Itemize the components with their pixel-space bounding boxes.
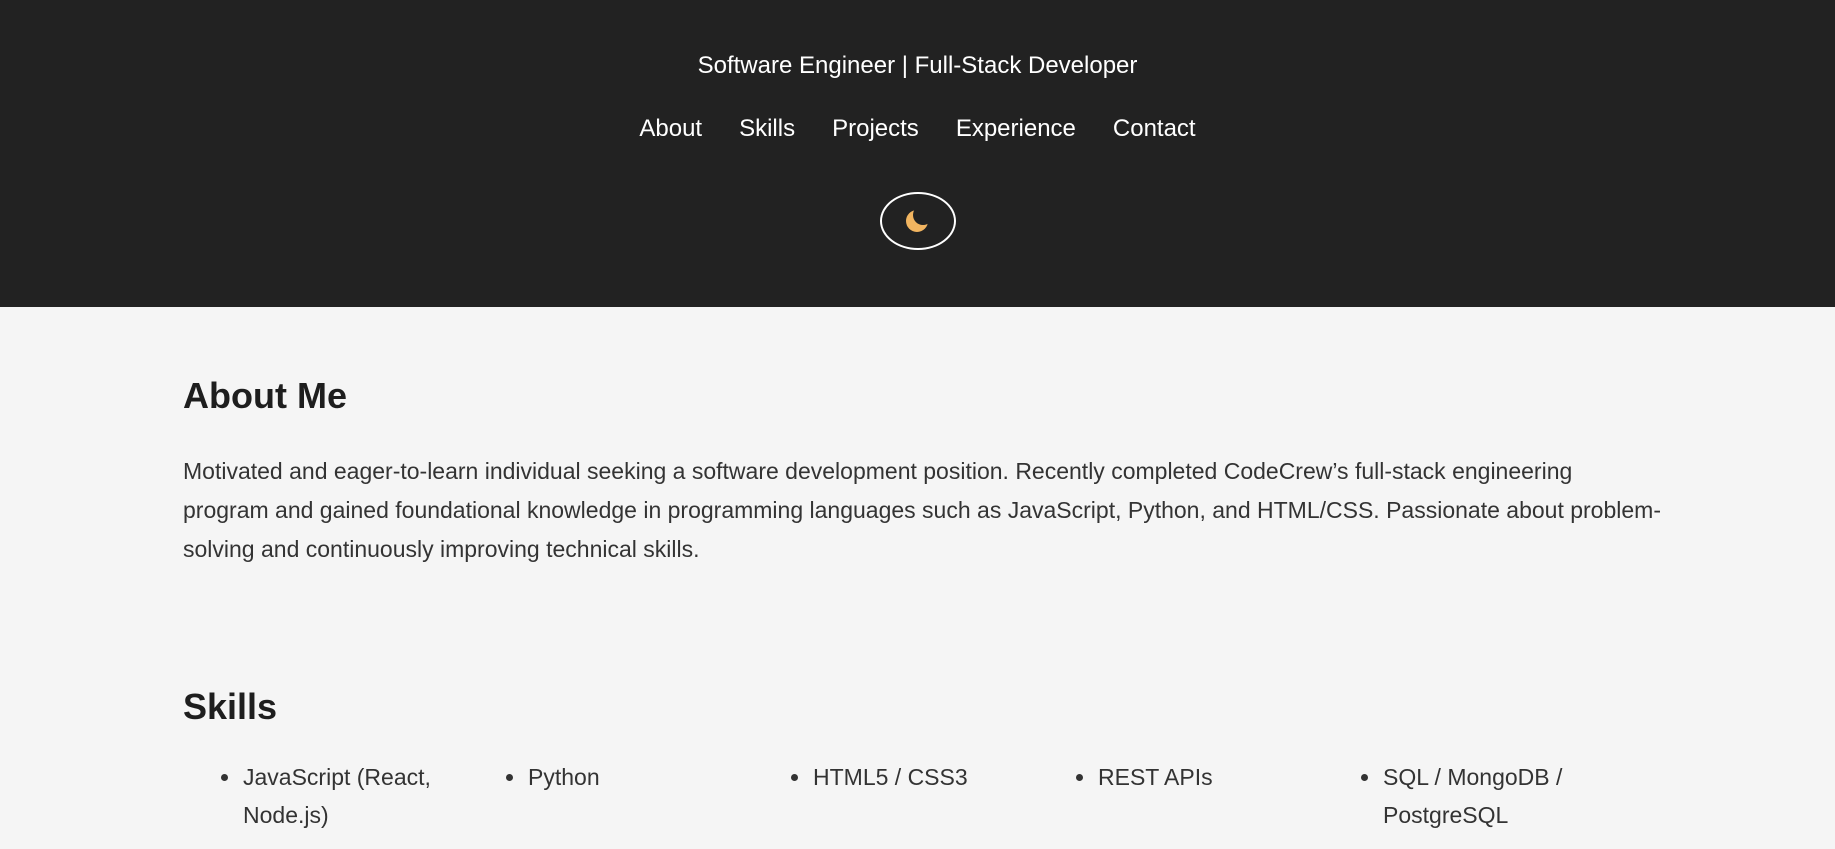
skill-item: JavaScript (React, Node.js)	[183, 758, 468, 834]
nav-link-contact[interactable]: Contact	[1113, 115, 1196, 143]
nav-link-about[interactable]: About	[639, 115, 702, 143]
nav-link-projects[interactable]: Projects	[832, 115, 919, 143]
moon-icon	[904, 206, 932, 237]
about-heading: About Me	[183, 375, 347, 416]
skill-item: Python	[468, 758, 753, 834]
site-header: Software Engineer | Full-Stack Developer…	[0, 0, 1835, 307]
theme-toggle-button[interactable]	[879, 192, 956, 250]
main-content: About Me Motivated and eager-to-learn in…	[0, 307, 1835, 834]
about-section: About Me Motivated and eager-to-learn in…	[183, 307, 1661, 569]
skill-item: HTML5 / CSS3	[753, 758, 1038, 834]
main-nav: About Skills Projects Experience Contact	[639, 115, 1195, 143]
about-text: Motivated and eager-to-learn individual …	[183, 458, 1661, 562]
nav-link-experience[interactable]: Experience	[956, 115, 1076, 143]
nav-link-skills[interactable]: Skills	[739, 115, 795, 143]
skill-item: REST APIs	[1038, 758, 1323, 834]
header-subtitle: Software Engineer | Full-Stack Developer	[697, 52, 1138, 79]
skills-heading: Skills	[183, 686, 278, 727]
skills-list: JavaScript (React, Node.js) Python HTML5…	[183, 758, 1652, 834]
skills-section: Skills JavaScript (React, Node.js) Pytho…	[183, 569, 1652, 834]
skill-item: SQL / MongoDB / PostgreSQL	[1323, 758, 1608, 834]
